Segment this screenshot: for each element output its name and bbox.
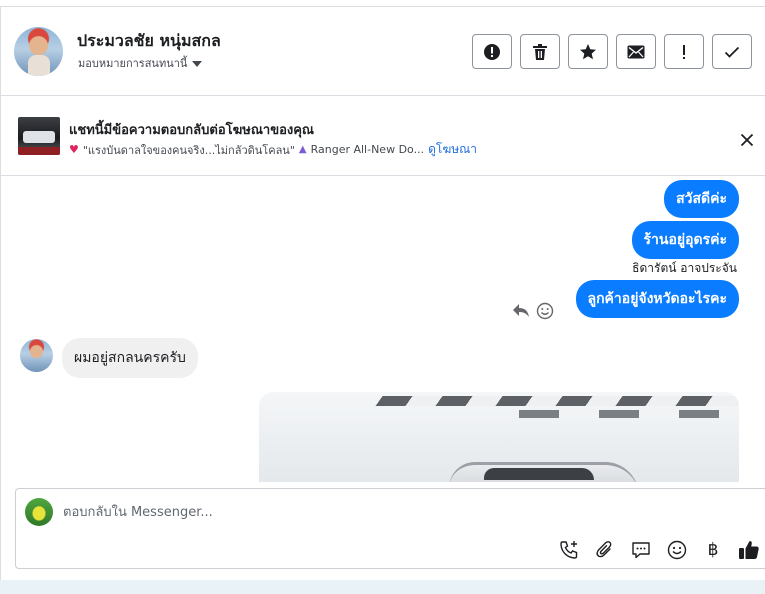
- message-thread[interactable]: สวัสดีค่ะ ร้านอยู่อุดรค่ะ ธิดารัตน์ อาจป…: [1, 177, 765, 482]
- heart-icon: ♥: [69, 143, 79, 156]
- outgoing-message[interactable]: สวัสดีค่ะ: [664, 180, 739, 218]
- outgoing-message[interactable]: ร้านอยู่อุดรค่ะ: [631, 221, 739, 259]
- reply-input[interactable]: [63, 503, 663, 521]
- car-icon: ▲: [298, 144, 307, 155]
- like-button[interactable]: [737, 538, 761, 562]
- photo-car-window: [484, 468, 594, 480]
- photo-ceiling-lights: [519, 410, 739, 418]
- star-icon: [580, 43, 596, 59]
- chevron-down-icon: [192, 60, 203, 67]
- ad-text: "แรงบันดาลใจของคนจริง...ไม่กลัวดินโคลน": [82, 143, 295, 157]
- paperclip-icon: [596, 541, 612, 558]
- reply-icon[interactable]: [512, 302, 530, 322]
- message-composer: ฿: [15, 488, 765, 569]
- page-avatar: [25, 498, 53, 526]
- view-ad-link[interactable]: ดูโฆษณา: [428, 140, 477, 159]
- exclamation-icon: [683, 44, 685, 59]
- assign-conversation-dropdown[interactable]: มอบหมายการสนทนานี้: [78, 54, 203, 72]
- contact-name[interactable]: ประมวลชัย หนุ่มสกล: [77, 29, 221, 54]
- star-button[interactable]: [568, 34, 608, 69]
- ad-banner-details: ♥ "แรงบันดาลใจของคนจริง...ไม่กลัวดินโคลน…: [69, 140, 477, 159]
- assign-label: มอบหมายการสนทนานี้: [78, 57, 188, 70]
- emoji-button[interactable]: [665, 538, 689, 562]
- call-button[interactable]: [557, 538, 581, 562]
- sender-name: ธิดารัตน์ อาจประจัน: [632, 261, 737, 275]
- checkmark-icon: [724, 46, 740, 58]
- contact-avatar-small[interactable]: [20, 339, 53, 372]
- saved-replies-button[interactable]: [629, 538, 653, 562]
- outgoing-message[interactable]: ลูกค้าอยู่จังหวัดอะไรคะ: [575, 280, 739, 318]
- phone-plus-icon: [560, 541, 578, 559]
- thumbs-up-icon: [739, 541, 759, 559]
- mark-done-button[interactable]: [712, 34, 752, 69]
- mark-unread-button[interactable]: [616, 34, 656, 69]
- react-emoji-icon[interactable]: [536, 302, 554, 324]
- baht-icon: ฿: [707, 540, 719, 560]
- conversation-panel: ประมวลชัย หนุ่มสกล มอบหมายการสนทนานี้ แช…: [0, 6, 765, 580]
- chat-bubble-icon: [632, 542, 650, 559]
- ad-thumbnail[interactable]: [18, 117, 60, 155]
- ad-vehicle-text: Ranger All-New Do...: [310, 143, 425, 156]
- conversation-header: ประมวลชัย หนุ่มสกล มอบหมายการสนทนานี้: [1, 7, 765, 96]
- trash-icon: [533, 43, 547, 60]
- image-attachment[interactable]: [259, 392, 739, 482]
- attach-button[interactable]: [593, 538, 617, 562]
- payment-button[interactable]: ฿: [701, 538, 725, 562]
- contact-avatar[interactable]: [14, 27, 63, 76]
- close-banner-button[interactable]: [737, 130, 757, 150]
- envelope-icon: [627, 45, 645, 58]
- ad-banner-title: แชทนี้มีข้อความตอบกลับต่อโฆษณาของคุณ: [69, 123, 314, 138]
- exclamation-circle-icon: [484, 43, 500, 60]
- ad-reply-banner: แชทนี้มีข้อความตอบกลับต่อโฆษณาของคุณ ♥ "…: [1, 97, 765, 176]
- page-footer-strip: [0, 580, 765, 594]
- close-icon: [740, 133, 754, 147]
- report-spam-button[interactable]: [472, 34, 512, 69]
- follow-up-button[interactable]: [664, 34, 704, 69]
- delete-button[interactable]: [520, 34, 560, 69]
- photo-ceiling: [375, 396, 739, 406]
- smiley-icon: [667, 540, 687, 560]
- incoming-message[interactable]: ผมอยู่สกลนครครับ: [62, 338, 198, 378]
